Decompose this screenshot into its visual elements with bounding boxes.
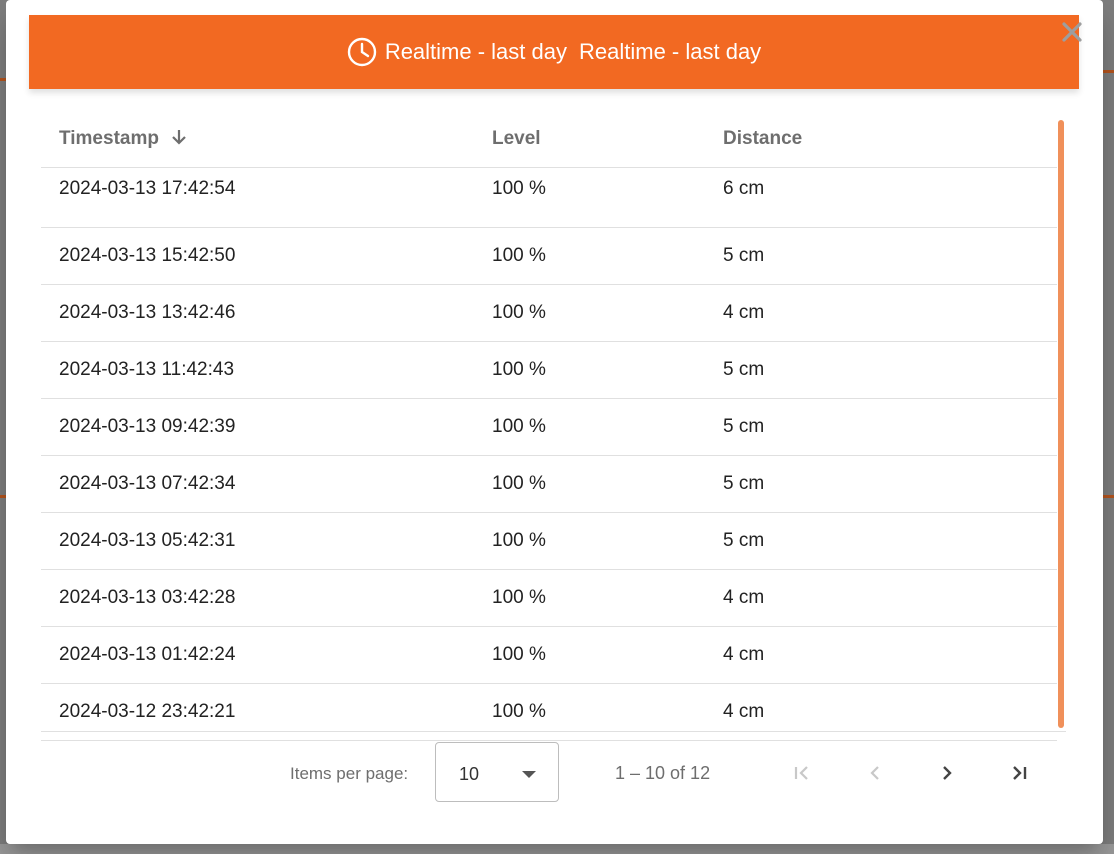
cell-timestamp: 2024-03-13 05:42:31	[41, 512, 492, 570]
cell-level: 100 %	[492, 626, 723, 684]
realtime-dialog: Realtime - last day Realtime - last day …	[6, 0, 1103, 844]
first-page-button[interactable]	[786, 757, 818, 789]
next-page-button[interactable]	[931, 757, 963, 789]
cell-timestamp: 2024-03-13 07:42:34	[41, 455, 492, 513]
background-divider	[1103, 495, 1114, 498]
last-page-button[interactable]	[1003, 757, 1035, 789]
cell-level: 100 %	[492, 227, 723, 285]
column-header-distance: Distance	[723, 110, 1057, 168]
items-per-page-label: Items per page:	[290, 764, 409, 783]
arrow-down-icon	[172, 129, 187, 145]
column-header-timestamp[interactable]: Timestamp	[41, 110, 492, 168]
cell-distance: 4 cm	[723, 569, 1057, 627]
page-size-select[interactable]: 10	[435, 742, 559, 802]
cell-timestamp: 2024-03-13 01:42:24	[41, 626, 492, 684]
chevron-right-icon	[943, 766, 952, 780]
table-row: 2024-03-13 15:42:50 100 % 5 cm	[41, 227, 1057, 285]
chevron-left-icon	[870, 766, 879, 780]
cell-timestamp: 2024-03-13 03:42:28	[41, 569, 492, 627]
table-row: 2024-03-13 01:42:24 100 % 4 cm	[41, 626, 1057, 684]
cell-distance: 4 cm	[723, 284, 1057, 342]
background-divider	[1103, 70, 1114, 73]
cell-level: 100 %	[492, 569, 723, 627]
column-header-level: Level	[492, 110, 723, 168]
table-footer-divider	[41, 731, 1066, 732]
close-icon	[1062, 22, 1082, 42]
table-row: 2024-03-13 11:42:43 100 % 5 cm	[41, 341, 1057, 399]
first-page-icon	[794, 766, 808, 780]
dialog-title: Realtime - last day	[384, 39, 567, 64]
table-scrollbar[interactable]	[1058, 120, 1064, 728]
page-range-label: 1 – 10 of 12	[615, 763, 711, 783]
cell-distance: 5 cm	[723, 227, 1057, 285]
cell-timestamp: 2024-03-13 09:42:39	[41, 398, 492, 456]
table-header-row: Timestamp Level Distance	[41, 110, 1057, 168]
table-row: 2024-03-13 05:42:31 100 % 5 cm	[41, 512, 1057, 570]
cell-level: 100 %	[492, 167, 723, 228]
page-size-value: 10	[459, 764, 480, 784]
cell-timestamp: 2024-03-13 15:42:50	[41, 227, 492, 285]
clock-icon	[347, 37, 377, 67]
dialog-header: Realtime - last day Realtime - last day	[29, 15, 1079, 89]
table-row: 2024-03-13 07:42:34 100 % 5 cm	[41, 455, 1057, 513]
table-row: 2024-03-13 17:42:54 100 % 6 cm	[41, 167, 1057, 228]
background-panel	[0, 844, 1114, 854]
table-row: 2024-03-13 13:42:46 100 % 4 cm	[41, 284, 1057, 342]
cell-distance: 4 cm	[723, 626, 1057, 684]
cell-level: 100 %	[492, 455, 723, 513]
data-table: Timestamp Level Distance 2024-03-13 17:4…	[41, 110, 1057, 741]
cell-level: 100 %	[492, 341, 723, 399]
last-page-icon	[1013, 766, 1027, 780]
close-button[interactable]	[1060, 20, 1084, 44]
cell-timestamp: 2024-03-13 11:42:43	[41, 341, 492, 399]
column-header-label: Timestamp	[59, 127, 159, 149]
cell-level: 100 %	[492, 284, 723, 342]
table-row: 2024-03-13 03:42:28 100 % 4 cm	[41, 569, 1057, 627]
cell-distance: 6 cm	[723, 167, 1057, 228]
table-row: 2024-03-13 09:42:39 100 % 5 cm	[41, 398, 1057, 456]
cell-distance: 5 cm	[723, 398, 1057, 456]
dialog-subtitle: Realtime - last day	[579, 39, 762, 64]
cell-timestamp: 2024-03-13 17:42:54	[41, 167, 492, 228]
cell-distance: 5 cm	[723, 512, 1057, 570]
caret-down-icon	[522, 771, 536, 778]
cell-level: 100 %	[492, 512, 723, 570]
cell-distance: 5 cm	[723, 341, 1057, 399]
cell-level: 100 %	[492, 398, 723, 456]
cell-timestamp: 2024-03-13 13:42:46	[41, 284, 492, 342]
previous-page-button[interactable]	[859, 757, 891, 789]
cell-distance: 5 cm	[723, 455, 1057, 513]
